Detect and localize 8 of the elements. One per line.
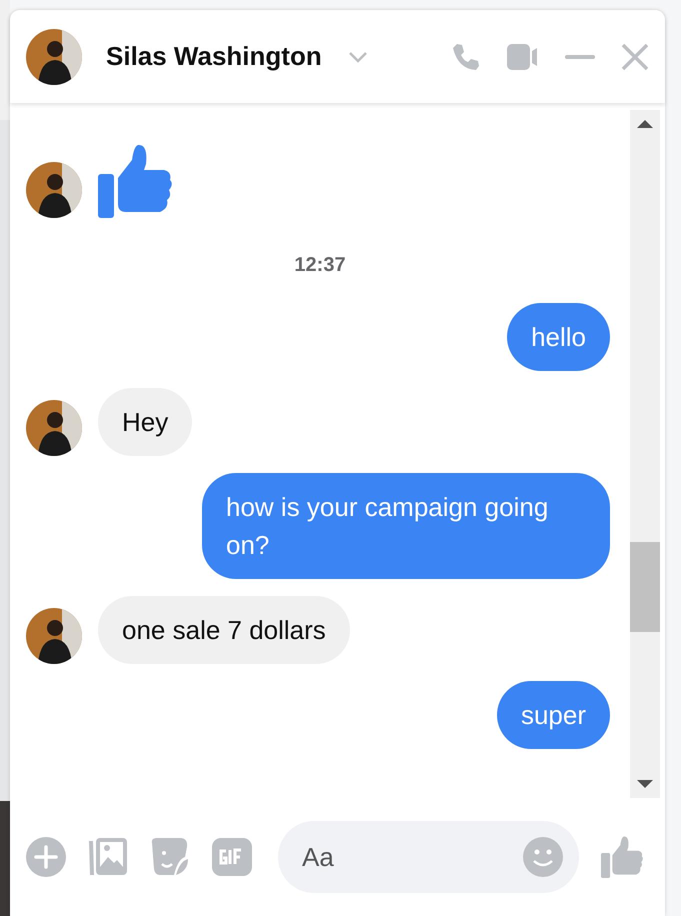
timestamp: 12:37 [294, 254, 346, 277]
contact-name[interactable]: Silas Washington [106, 41, 322, 72]
message-bubble: Hey [98, 388, 192, 456]
message-bubble: how is your campaign going on? [202, 473, 610, 579]
message-bubble: one sale 7 dollars [98, 596, 350, 664]
message-field[interactable]: Aa [278, 821, 579, 893]
message-bubble: hello [507, 303, 610, 371]
message-bubble: super [496, 681, 610, 749]
